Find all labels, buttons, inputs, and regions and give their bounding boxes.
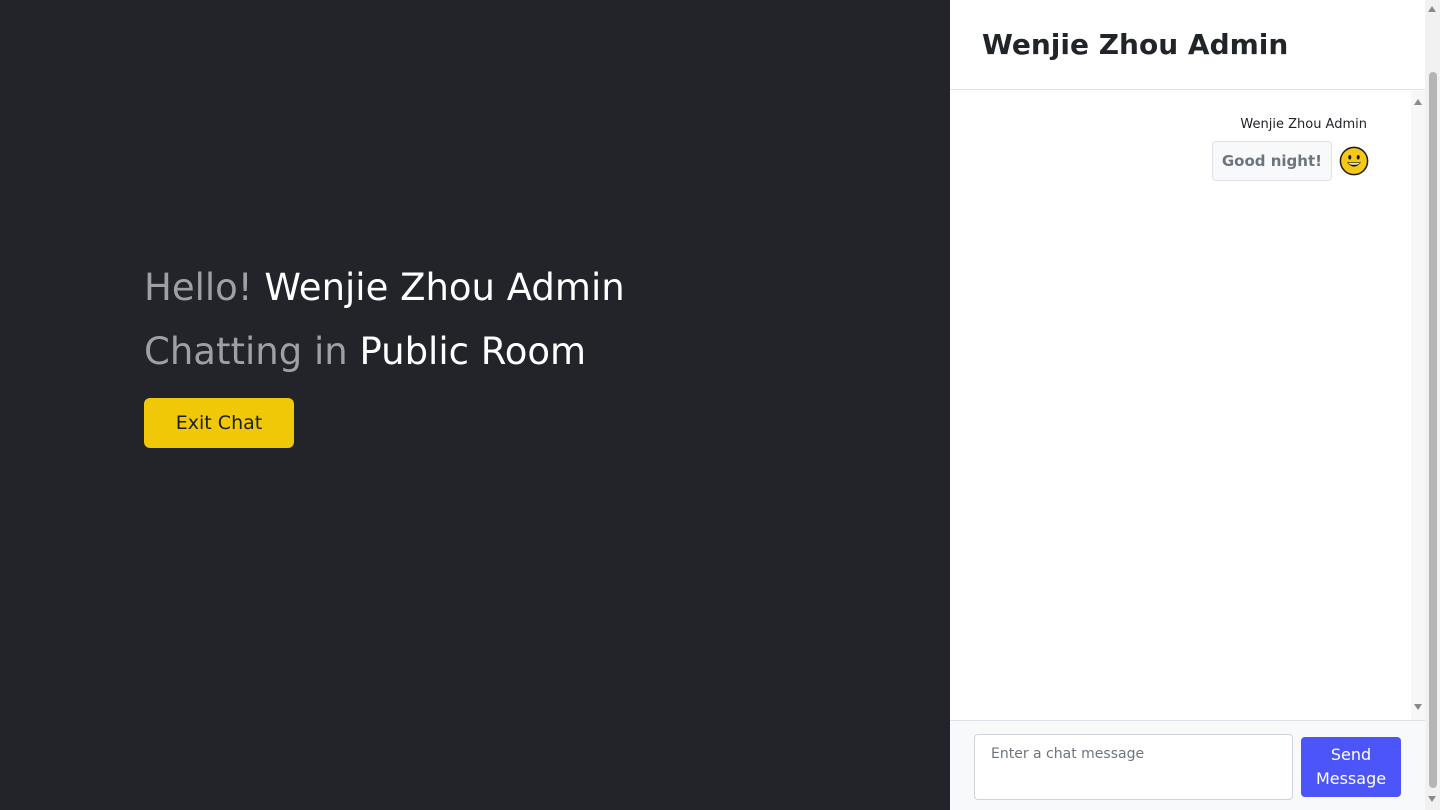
message-bubble: Good night! (1211, 141, 1332, 181)
chat-message: Wenjie Zhou Admin Good night! (1211, 117, 1369, 181)
scroll-down-arrow-icon[interactable] (1414, 704, 1422, 710)
greeting-prefix: Hello! (144, 266, 253, 309)
message-list-scrollbar[interactable] (1411, 91, 1425, 720)
page-scrollbar[interactable] (1425, 0, 1440, 810)
grinning-face-icon (1339, 146, 1369, 176)
message-list[interactable]: Wenjie Zhou Admin Good night! (950, 91, 1425, 720)
chat-message-input[interactable] (974, 734, 1293, 800)
message-author: Wenjie Zhou Admin (1240, 117, 1367, 132)
chat-panel: Wenjie Zhou Admin Wenjie Zhou Admin Good… (950, 0, 1440, 810)
room-heading: Chatting in Public Room (144, 330, 586, 374)
message-composer: Send Message (950, 720, 1425, 810)
chat-header: Wenjie Zhou Admin (950, 0, 1425, 90)
page-scroll-down-arrow-icon[interactable] (1428, 796, 1436, 802)
room-name: Public Room (359, 330, 587, 373)
exit-chat-button[interactable]: Exit Chat (144, 398, 294, 448)
scroll-up-arrow-icon[interactable] (1414, 99, 1422, 105)
page-scroll-up-arrow-icon[interactable] (1428, 6, 1436, 12)
user-name: Wenjie Zhou Admin (264, 266, 625, 309)
greeting-heading: Hello! Wenjie Zhou Admin (144, 266, 625, 310)
message-row: Good night! (1211, 141, 1369, 181)
welcome-panel: Hello! Wenjie Zhou Admin Chatting in Pub… (0, 0, 950, 810)
room-prefix: Chatting in (144, 330, 348, 373)
send-message-button[interactable]: Send Message (1301, 737, 1401, 797)
page-scrollbar-thumb[interactable] (1429, 72, 1437, 788)
chat-title: Wenjie Zhou Admin (982, 28, 1289, 61)
